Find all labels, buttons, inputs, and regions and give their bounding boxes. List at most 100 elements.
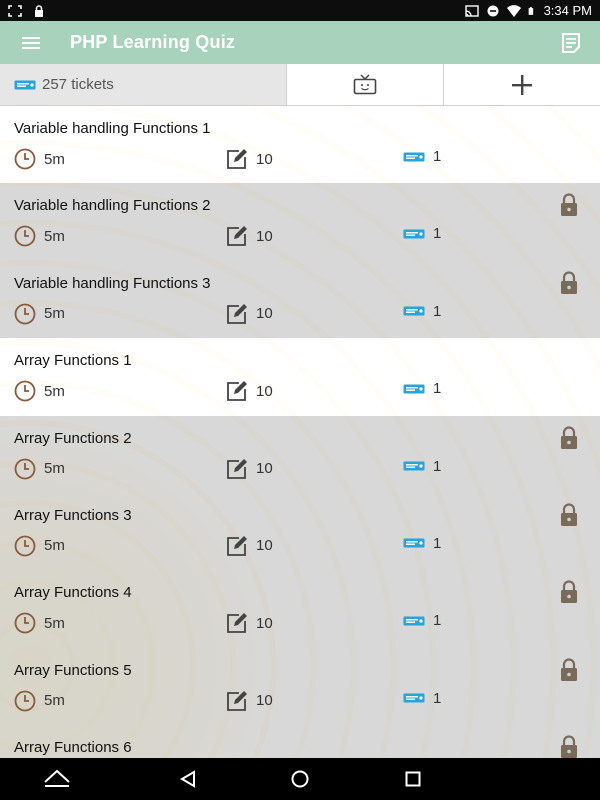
quiz-list-item[interactable]: Array Functions 2 5m 10 1	[0, 415, 600, 493]
tickets-bar: 257 tickets	[0, 64, 600, 106]
dnd-icon	[487, 5, 499, 16]
watch-video-button[interactable]	[286, 64, 443, 105]
nav-back-icon[interactable]	[180, 770, 196, 788]
quiz-list-item[interactable]: Variable handling Functions 3 5m 10 1	[0, 260, 600, 339]
quiz-questions: 10	[226, 303, 273, 325]
ticket-icon	[403, 461, 425, 471]
quiz-ticket-cost: 1	[403, 535, 441, 552]
ticket-icon	[14, 80, 36, 89]
quiz-list-item[interactable]: Variable handling Functions 2 5m 10 1	[0, 183, 600, 261]
lock-icon	[561, 735, 577, 758]
clock-icon	[14, 380, 36, 402]
quiz-name: Array Functions 5	[14, 661, 132, 679]
edit-icon	[227, 613, 247, 634]
lock-icon	[35, 4, 43, 17]
menu-button[interactable]	[16, 28, 46, 58]
page-title: PHP Learning Quiz	[70, 32, 236, 52]
lock-icon	[561, 658, 577, 681]
add-tickets-button[interactable]	[442, 64, 600, 105]
quiz-duration: 5m	[14, 612, 65, 634]
quiz-name: Variable handling Functions 3	[14, 274, 211, 292]
nav-circle-icon[interactable]	[291, 770, 309, 788]
quiz-questions: 10	[226, 612, 273, 634]
quiz-name: Array Functions 4	[14, 584, 132, 602]
nav-recents-icon[interactable]	[405, 771, 421, 787]
status-time: 3:34 PM	[543, 3, 592, 18]
wifi-icon	[506, 4, 521, 17]
quiz-list-item[interactable]: Array Functions 4 5m 10 1	[0, 570, 600, 648]
quiz-name: Array Functions 2	[14, 429, 132, 447]
clock-icon	[14, 225, 36, 247]
ticket-icon	[403, 384, 425, 394]
quiz-questions: 10	[226, 458, 273, 480]
quiz-questions: 10	[226, 535, 273, 557]
quiz-list-item[interactable]: Array Functions 6	[0, 725, 600, 758]
clock-icon	[14, 612, 36, 634]
quiz-ticket-cost: 1	[403, 148, 441, 165]
lock-icon	[561, 271, 577, 294]
quiz-duration: 5m	[14, 535, 65, 557]
clock-icon	[14, 535, 36, 557]
notes-button[interactable]	[558, 30, 584, 56]
notes-icon	[562, 32, 580, 53]
screenshot-icon	[8, 4, 22, 17]
ticket-icon	[403, 152, 425, 161]
quiz-ticket-cost: 1	[403, 303, 441, 320]
menu-icon	[22, 36, 40, 49]
ticket-icon	[403, 229, 425, 239]
clock-icon	[14, 148, 36, 170]
cast-icon	[464, 4, 479, 17]
lock-icon	[561, 503, 577, 526]
status-bar: 3:34 PM	[0, 0, 600, 21]
quiz-name: Array Functions 6	[14, 739, 132, 757]
quiz-name: Array Functions 1	[14, 352, 132, 370]
clock-icon	[14, 690, 36, 712]
quiz-list[interactable]: Variable handling Functions 1 5m 10 1 Va…	[0, 106, 600, 758]
quiz-name: Variable handling Functions 2	[14, 197, 211, 215]
quiz-duration: 5m	[14, 225, 65, 247]
quiz-ticket-cost: 1	[403, 690, 441, 707]
quiz-list-item[interactable]: Array Functions 3 5m 10 1	[0, 492, 600, 571]
edit-icon	[227, 226, 247, 247]
quiz-list-item[interactable]: Array Functions 1 5m 10 1	[0, 338, 600, 416]
quiz-questions: 10	[226, 225, 273, 247]
edit-icon	[227, 381, 247, 402]
navigation-bar	[0, 758, 600, 800]
quiz-duration: 5m	[14, 458, 65, 480]
quiz-ticket-cost: 1	[403, 380, 441, 397]
edit-icon	[227, 535, 247, 556]
clock-icon	[14, 303, 36, 325]
app-toolbar: PHP Learning Quiz	[0, 21, 600, 64]
quiz-name: Array Functions 3	[14, 506, 132, 524]
ticket-icon	[403, 306, 425, 316]
battery-icon	[528, 6, 533, 15]
quiz-duration: 5m	[14, 690, 65, 712]
quiz-duration: 5m	[14, 148, 65, 170]
quiz-list-item[interactable]: Variable handling Functions 1 5m 10 1	[0, 106, 600, 184]
lock-icon	[561, 580, 577, 604]
nav-home-icon[interactable]	[43, 768, 71, 788]
quiz-duration: 5m	[14, 303, 65, 325]
edit-icon	[227, 458, 247, 479]
tickets-info: 257 tickets	[0, 64, 286, 105]
quiz-questions: 10	[226, 148, 273, 170]
edit-icon	[227, 149, 247, 169]
ticket-icon	[403, 616, 425, 626]
edit-icon	[227, 303, 247, 324]
ticket-icon	[403, 693, 425, 703]
add-icon	[511, 74, 532, 95]
quiz-questions: 10	[226, 690, 273, 712]
edit-icon	[227, 690, 247, 711]
quiz-name: Variable handling Functions 1	[14, 120, 211, 137]
quiz-ticket-cost: 1	[403, 612, 441, 629]
lock-icon	[561, 193, 577, 217]
quiz-list-item[interactable]: Array Functions 5 5m 10 1	[0, 647, 600, 726]
quiz-ticket-cost: 1	[403, 225, 441, 242]
quiz-ticket-cost: 1	[403, 458, 441, 475]
tv-icon	[353, 73, 377, 94]
quiz-duration: 5m	[14, 380, 65, 402]
tickets-count: 257 tickets	[42, 76, 114, 93]
ticket-icon	[403, 538, 425, 548]
quiz-questions: 10	[226, 380, 273, 402]
lock-icon	[561, 426, 577, 449]
